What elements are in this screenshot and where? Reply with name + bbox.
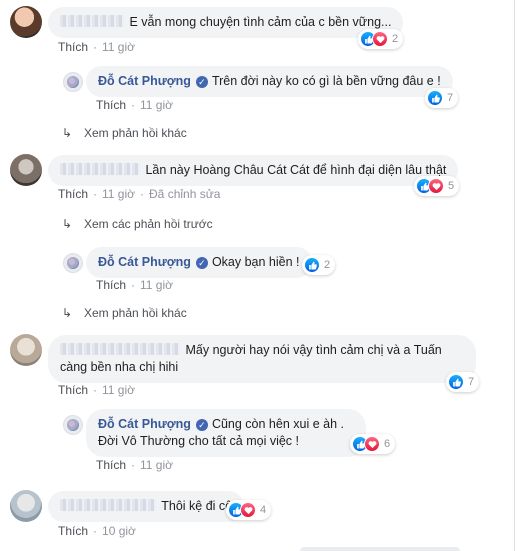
reply-actions: Thích · 11 giờ bbox=[96, 278, 173, 292]
like-link[interactable]: Thích bbox=[96, 458, 126, 472]
blurred-username[interactable] bbox=[60, 499, 156, 511]
like-link[interactable]: Thích bbox=[58, 187, 88, 201]
thumbs-up-icon bbox=[448, 374, 464, 390]
avatar[interactable] bbox=[10, 334, 42, 366]
comment-actions: Thích · 11 giờ · Đã chỉnh sửa bbox=[58, 187, 220, 201]
reaction-count: 2 bbox=[324, 259, 331, 271]
comment-bubble: Thôi kệ đi cô bbox=[48, 491, 245, 522]
reply-arrow-icon: ↳ bbox=[62, 126, 73, 140]
author-name[interactable]: Đỗ Cát Phượng bbox=[98, 74, 191, 88]
timestamp[interactable]: 10 giờ bbox=[102, 524, 136, 538]
reaction-summary[interactable]: 7 bbox=[425, 88, 459, 108]
separator: · bbox=[140, 187, 145, 201]
reaction-summary[interactable]: 4 bbox=[226, 500, 272, 520]
author-name[interactable]: Đỗ Cát Phượng bbox=[98, 255, 191, 269]
comment-bubble: Lần này Hoàng Châu Cát Cát để hình đại d… bbox=[48, 155, 459, 186]
like-link[interactable]: Thích bbox=[58, 383, 88, 397]
reaction-count: 5 bbox=[448, 180, 455, 192]
reaction-count: 7 bbox=[468, 376, 475, 388]
verified-badge-icon: ✓ bbox=[195, 257, 208, 269]
thumbs-up-icon bbox=[304, 257, 320, 273]
reply-actions: Thích · 11 giờ bbox=[96, 458, 173, 472]
blurred-username[interactable] bbox=[60, 163, 140, 175]
comment-bubble: E vẫn mong chuyện tình cảm của c bền vữn… bbox=[48, 7, 404, 38]
separator: · bbox=[131, 278, 136, 292]
scroll-divider bbox=[514, 0, 515, 551]
thumbs-up-icon bbox=[427, 90, 443, 106]
avatar[interactable] bbox=[10, 490, 42, 522]
next-item-edge bbox=[300, 547, 460, 551]
reply-bubble: Đỗ Cát Phượng ✓ Cũng còn hên xui e àh . Đờ… bbox=[86, 409, 366, 457]
heart-icon bbox=[372, 31, 388, 47]
comment-actions: Thích · 10 giờ bbox=[58, 524, 136, 538]
reaction-summary[interactable]: 7 bbox=[446, 372, 480, 392]
heart-icon bbox=[240, 502, 256, 518]
reaction-summary[interactable]: 6 bbox=[350, 434, 396, 454]
avatar[interactable] bbox=[10, 6, 42, 38]
reply-actions: Thích · 11 giờ bbox=[96, 98, 173, 112]
link-label: Xem phản hồi khác bbox=[84, 306, 187, 320]
timestamp[interactable]: 11 giờ bbox=[102, 40, 135, 54]
comment-text-line1: Mấy người hay nói vậy tình cảm chị và a … bbox=[185, 343, 442, 357]
reply-arrow-icon: ↳ bbox=[62, 306, 73, 320]
link-label: Xem các phản hồi trước bbox=[84, 217, 213, 231]
like-link[interactable]: Thích bbox=[96, 278, 126, 292]
verified-badge-icon: ✓ bbox=[195, 419, 208, 431]
separator: · bbox=[93, 383, 98, 397]
reaction-count: 7 bbox=[447, 92, 454, 104]
separator: · bbox=[93, 187, 98, 201]
reply-avatar[interactable] bbox=[63, 415, 83, 435]
comment-text-line2: càng bền nha chị hihi bbox=[60, 360, 179, 374]
reaction-count: 4 bbox=[260, 504, 267, 516]
reply-text: Trên đời này ko có gì là bền vững đâu e … bbox=[211, 74, 441, 88]
comment-text: Lần này Hoàng Châu Cát Cát để hình đại d… bbox=[145, 163, 447, 177]
reply-arrow-icon: ↳ bbox=[62, 217, 73, 231]
comment-actions: Thích · 11 giờ bbox=[58, 383, 135, 397]
view-more-replies-link[interactable]: ↳ Xem phản hồi khác bbox=[62, 306, 187, 320]
separator: · bbox=[131, 98, 136, 112]
heart-icon bbox=[364, 436, 380, 452]
author-name[interactable]: Đỗ Cát Phượng bbox=[98, 417, 191, 431]
timestamp[interactable]: 11 giờ bbox=[140, 458, 173, 472]
timestamp[interactable]: 11 giờ bbox=[102, 383, 135, 397]
view-more-replies-link[interactable]: ↳ Xem phản hồi khác bbox=[62, 126, 187, 140]
comment-text: E vẫn mong chuyện tình cảm của c bền vữn… bbox=[129, 15, 392, 29]
reply-text-line2: Đời Vô Thường cho tất cả mọi việc ! bbox=[98, 434, 300, 448]
reply-text: Okay bạn hiền ! bbox=[211, 255, 300, 269]
edited-label[interactable]: Đã chỉnh sửa bbox=[149, 187, 220, 201]
comment-actions: Thích · 11 giờ bbox=[58, 40, 135, 54]
separator: · bbox=[93, 524, 98, 538]
like-link[interactable]: Thích bbox=[96, 98, 126, 112]
reaction-summary[interactable]: 5 bbox=[414, 176, 460, 196]
reply-bubble: Đỗ Cát Phượng ✓ Trên đời này ko có gì là b… bbox=[86, 66, 453, 97]
timestamp[interactable]: 11 giờ bbox=[140, 98, 173, 112]
separator: · bbox=[131, 458, 136, 472]
comment-bubble: Mấy người hay nói vậy tình cảm chị và a … bbox=[48, 335, 476, 383]
reaction-summary[interactable]: 2 bbox=[302, 255, 336, 275]
reply-bubble: Đỗ Cát Phượng ✓ Okay bạn hiền ! bbox=[86, 247, 312, 278]
verified-badge-icon: ✓ bbox=[195, 76, 208, 88]
reaction-count: 6 bbox=[384, 438, 391, 450]
view-previous-replies-link[interactable]: ↳ Xem các phản hồi trước bbox=[62, 217, 213, 231]
separator: · bbox=[93, 40, 98, 54]
timestamp[interactable]: 11 giờ bbox=[102, 187, 135, 201]
like-link[interactable]: Thích bbox=[58, 40, 88, 54]
reaction-summary[interactable]: 2 bbox=[358, 29, 404, 49]
like-link[interactable]: Thích bbox=[58, 524, 88, 538]
reaction-count: 2 bbox=[392, 33, 399, 45]
reply-avatar[interactable] bbox=[63, 72, 83, 92]
reply-avatar[interactable] bbox=[63, 253, 83, 273]
blurred-username[interactable] bbox=[60, 343, 180, 355]
link-label: Xem phản hồi khác bbox=[84, 126, 187, 140]
blurred-username[interactable] bbox=[60, 15, 124, 27]
comment-text: Thôi kệ đi cô bbox=[161, 499, 233, 513]
reply-text-line1: Cũng còn hên xui e àh . bbox=[211, 417, 344, 431]
avatar[interactable] bbox=[10, 154, 42, 186]
heart-icon bbox=[428, 178, 444, 194]
timestamp[interactable]: 11 giờ bbox=[140, 278, 173, 292]
